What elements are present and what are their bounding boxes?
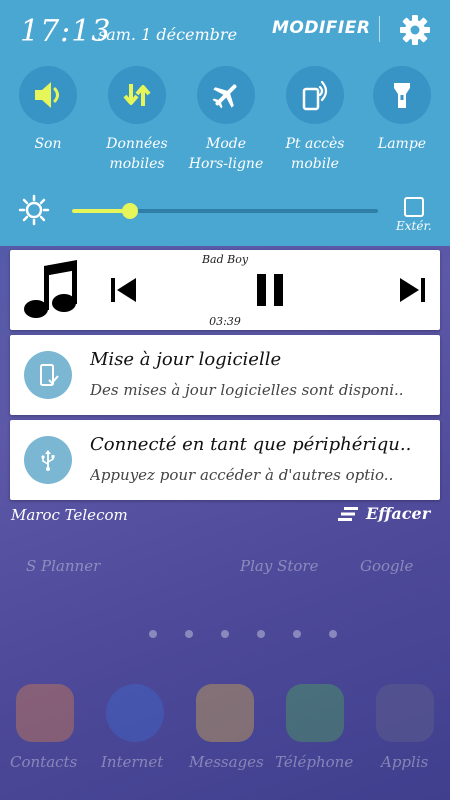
home-label-playstore: Play Store — [240, 557, 319, 575]
quick-toggle-circle — [373, 66, 431, 124]
dock-label-apps: Applis — [381, 753, 429, 771]
quick-toggle-label: Son — [34, 136, 62, 152]
auto-brightness-checkbox[interactable] — [404, 197, 424, 217]
page-dot — [221, 630, 229, 638]
music-player-card[interactable]: Bad Boy 03:39 — [10, 250, 440, 330]
brightness-slider-thumb[interactable] — [122, 203, 139, 219]
clear-label: Effacer — [366, 504, 431, 523]
page-dot — [149, 630, 157, 638]
notification-title: Mise à jour logicielle — [90, 349, 282, 370]
hotspot-icon — [302, 80, 328, 111]
quick-toggle-label: Hors-ligne — [188, 156, 264, 172]
modify-button[interactable]: MODIFIER — [272, 18, 370, 38]
quick-toggle-label: mobile — [291, 156, 339, 172]
brightness-icon — [18, 194, 50, 226]
quick-toggle-flashlight[interactable]: Lampe — [362, 66, 442, 154]
next-track-button[interactable] — [394, 272, 430, 308]
page-dot — [185, 630, 193, 638]
quick-toggle-hotspot[interactable]: Pt accès mobile — [275, 66, 355, 174]
previous-track-button[interactable] — [106, 272, 142, 308]
notification-panel: 17:13 sam. 1 décembre MODIFIER Son Donné… — [0, 0, 450, 246]
date[interactable]: sam. 1 décembre — [98, 25, 237, 44]
notification-software-update[interactable]: Mise à jour logicielle Des mises à jour … — [10, 335, 440, 415]
clear-icon — [338, 506, 358, 521]
pause-button[interactable] — [250, 270, 290, 310]
dock-label-contacts: Contacts — [10, 753, 78, 771]
flashlight-icon — [394, 83, 410, 108]
auto-brightness-label: Extér. — [396, 219, 432, 233]
song-time: 03:39 — [209, 315, 241, 328]
clear-all-button[interactable]: Effacer — [338, 504, 430, 523]
quick-toggle-circle — [286, 66, 344, 124]
notification-title: Connecté en tant que périphériqu.. — [90, 434, 412, 455]
internet-icon — [106, 684, 164, 742]
notification-icon-circle — [24, 351, 72, 399]
page-dot — [329, 630, 337, 638]
panel-header: 17:13 sam. 1 décembre MODIFIER — [0, 0, 450, 60]
quick-toggle-circle — [197, 66, 255, 124]
notification-text: Des mises à jour logicielles sont dispon… — [90, 381, 404, 399]
quick-toggle-mobile-data[interactable]: Données mobiles — [97, 66, 177, 174]
contacts-icon — [16, 684, 74, 742]
quick-toggle-circle — [108, 66, 166, 124]
gear-icon[interactable] — [399, 14, 431, 46]
page-dot — [293, 630, 301, 638]
quick-toggle-label: mobiles — [109, 156, 165, 172]
notification-icon-circle — [24, 436, 72, 484]
notification-text: Appuyez pour accéder à d'autres optio.. — [90, 466, 394, 484]
phone-update-icon — [40, 364, 59, 386]
quick-toggle-sound[interactable]: Son — [8, 66, 88, 154]
messages-icon — [196, 684, 254, 742]
usb-icon — [41, 450, 55, 471]
home-label-splanner: S Planner — [26, 557, 101, 575]
quick-toggle-label: Mode — [205, 136, 246, 152]
notification-usb-connected[interactable]: Connecté en tant que périphériqu.. Appuy… — [10, 420, 440, 500]
speaker-icon — [35, 82, 59, 108]
airplane-icon — [212, 84, 237, 109]
dock-label-messages: Messages — [189, 753, 264, 771]
quick-toggle-airplane[interactable]: Mode Hors-ligne — [186, 66, 266, 174]
phone-icon — [286, 684, 344, 742]
data-arrows-icon — [123, 84, 151, 106]
quick-toggle-label: Lampe — [377, 136, 427, 152]
dock-label-internet: Internet — [101, 753, 164, 771]
apps-icon — [376, 684, 434, 742]
quick-toggle-label: Pt accès — [285, 136, 345, 152]
divider — [379, 16, 380, 42]
home-label-google: Google — [360, 557, 414, 575]
quick-toggle-circle — [19, 66, 77, 124]
music-note-icon — [24, 260, 77, 318]
dock-label-phone: Téléphone — [275, 753, 354, 771]
carrier-name: Maroc Telecom — [11, 506, 128, 524]
page-dot — [257, 630, 265, 638]
quick-toggle-label: Données — [106, 136, 168, 152]
